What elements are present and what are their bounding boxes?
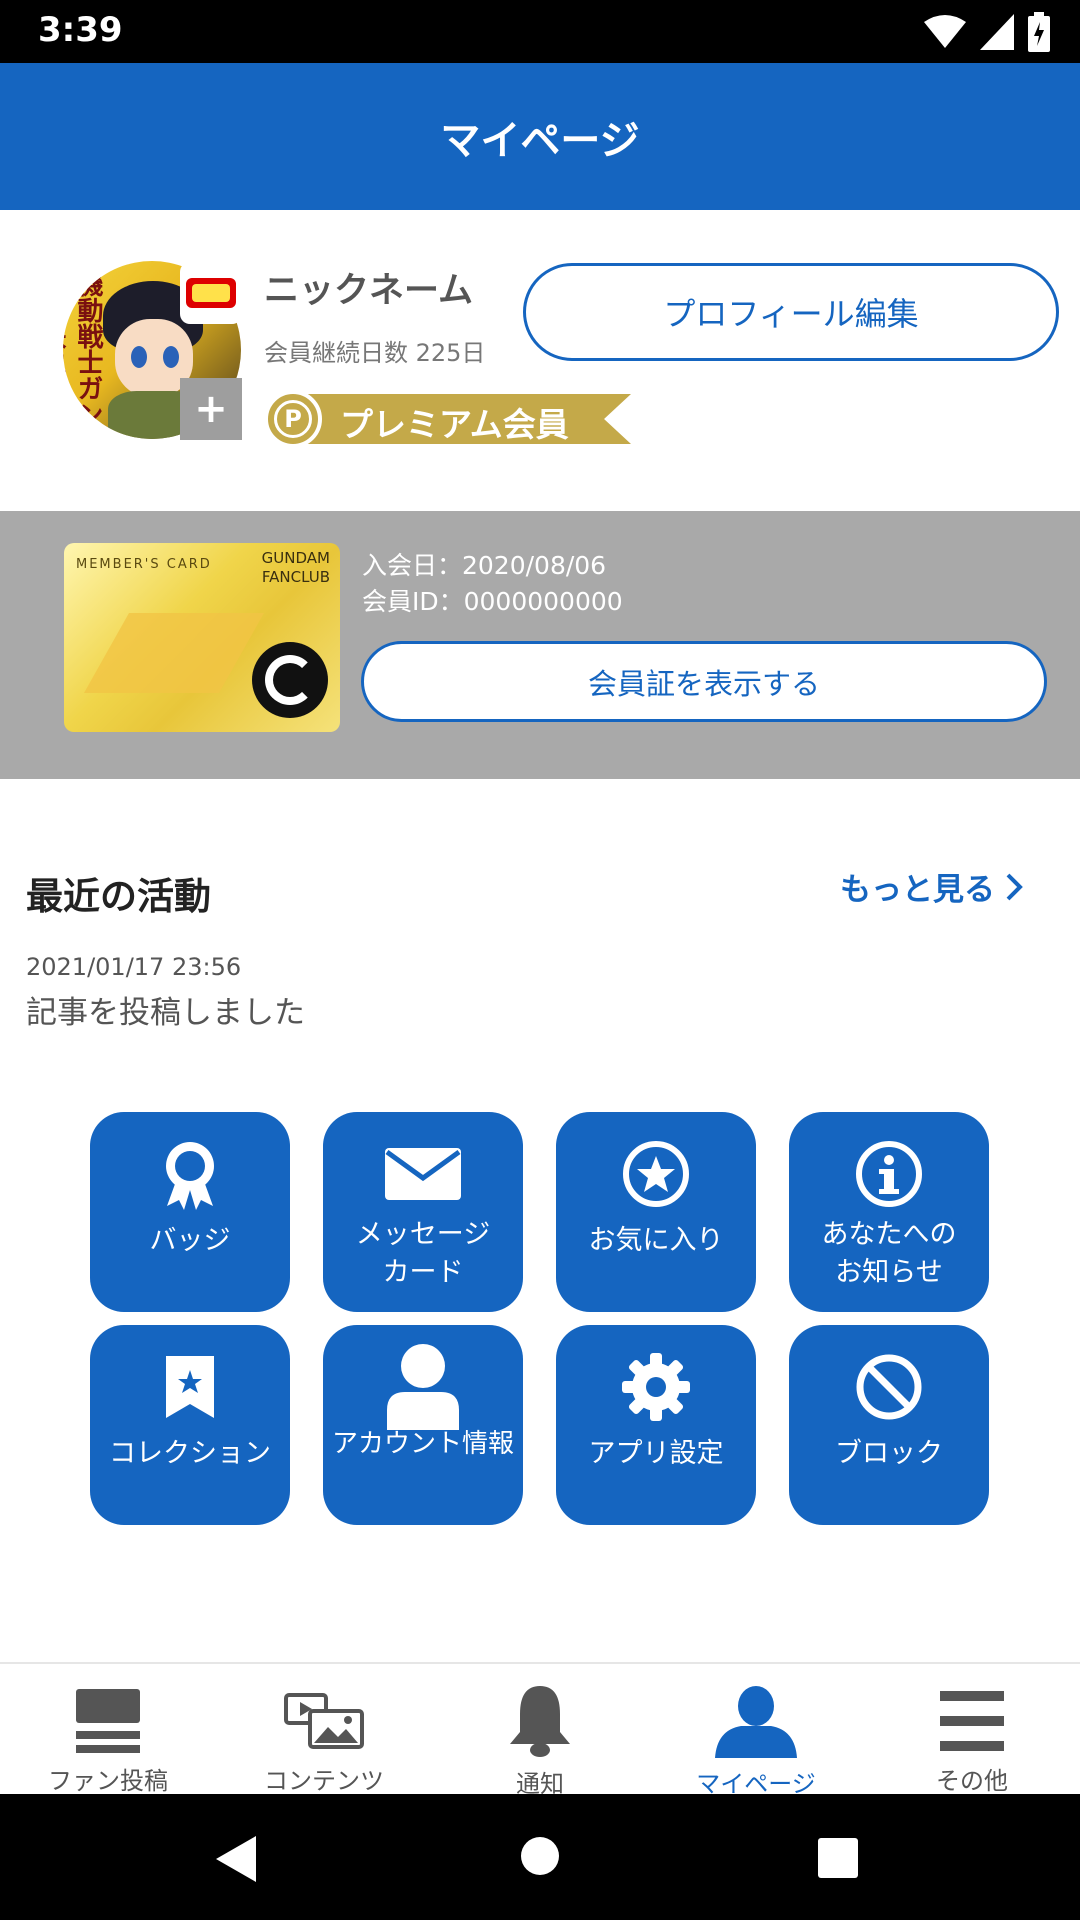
card-brand: GUNDAM FANCLUB — [261, 549, 330, 586]
badge-icon — [166, 1142, 214, 1210]
nav-mypage[interactable]: マイページ — [648, 1664, 864, 1798]
nav-contents[interactable]: コンテンツ — [216, 1664, 432, 1796]
star-circle-icon — [623, 1141, 689, 1207]
block-button[interactable]: ブロック — [789, 1325, 989, 1525]
block-label: ブロック — [835, 1438, 943, 1469]
home-icon[interactable] — [520, 1836, 560, 1876]
status-icons — [924, 12, 1050, 52]
see-more-link[interactable]: もっと見る — [840, 864, 1023, 909]
badge-button[interactable]: バッジ — [90, 1112, 290, 1312]
contents-icon — [284, 1692, 364, 1749]
see-more-label: もっと見る — [840, 872, 995, 908]
activity-time: 2021/01/17 23:56 — [26, 953, 242, 981]
envelope-icon — [385, 1148, 461, 1200]
show-member-card-button[interactable]: 会員証を表示する — [361, 641, 1047, 722]
account-info-label: アカウント情報 — [331, 1429, 514, 1459]
join-date: 入会日：2020/08/06 — [362, 551, 607, 580]
account-info-button[interactable]: アカウント情報 — [323, 1325, 523, 1525]
member-card-image[interactable]: MEMBER'S CARD GUNDAM FANCLUB — [64, 543, 340, 732]
person-icon — [387, 1344, 459, 1430]
notices-for-you-label: あなたへの お知らせ — [821, 1219, 957, 1288]
app-settings-button[interactable]: アプリ設定 — [556, 1325, 756, 1525]
notices-for-you-button[interactable]: あなたへの お知らせ — [789, 1112, 989, 1312]
bell-icon — [510, 1686, 570, 1757]
nav-fan-posts[interactable]: ファン投稿 — [0, 1664, 216, 1796]
status-bar: 3:39 — [0, 0, 1080, 63]
recents-icon[interactable] — [818, 1838, 858, 1878]
bookmark-star-icon — [166, 1356, 214, 1418]
edit-profile-button[interactable]: プロフィール編集 — [523, 263, 1059, 361]
gear-icon — [622, 1353, 690, 1421]
signal-icon — [980, 14, 1014, 50]
app-settings-label: アプリ設定 — [588, 1438, 724, 1469]
collection-button[interactable]: コレクション — [90, 1325, 290, 1525]
battery-icon — [1028, 12, 1050, 52]
block-icon — [856, 1354, 922, 1420]
premium-coin-icon: P — [264, 390, 322, 448]
bottom-navigation: ファン投稿 コンテンツ 通知 マイページ その他 — [0, 1662, 1080, 1798]
collection-label: コレクション — [109, 1438, 271, 1469]
back-icon[interactable] — [216, 1836, 258, 1882]
message-card-label: メッセージ カード — [355, 1219, 491, 1288]
nav-notifications[interactable]: 通知 — [432, 1664, 648, 1798]
avatar-badge-icon — [180, 262, 242, 324]
page-title: マイページ — [440, 117, 640, 164]
card-pattern — [84, 613, 264, 693]
message-card-button[interactable]: メッセージ カード — [323, 1112, 523, 1312]
activity-text: 記事を投稿しました — [26, 995, 305, 1031]
chevron-right-icon — [1006, 873, 1023, 900]
nav-other[interactable]: その他 — [864, 1664, 1080, 1796]
avatar-eye — [131, 346, 147, 368]
favorites-label: お気に入り — [588, 1225, 724, 1256]
badge-label: バッジ — [149, 1225, 231, 1256]
membership-days: 会員継続日数 225日 — [264, 339, 486, 367]
premium-label: プレミアム会員 — [340, 405, 569, 444]
person-icon — [715, 1686, 797, 1758]
nickname: ニックネーム — [264, 271, 473, 311]
nav-label: その他 — [936, 1767, 1008, 1795]
gundam-logo-icon — [252, 642, 328, 718]
nav-label: ファン投稿 — [48, 1767, 168, 1795]
app-header: マイページ — [0, 63, 1080, 210]
avatar-eye — [163, 346, 179, 368]
wifi-icon — [924, 15, 966, 48]
info-icon — [856, 1141, 922, 1207]
avatar-artwork-text: 機動戦士ガンダム鉄血のオルフェンズ — [63, 271, 103, 427]
nav-label: コンテンツ — [264, 1767, 384, 1795]
avatar-add-button[interactable]: + — [180, 378, 242, 440]
system-navigation-bar — [0, 1794, 1080, 1920]
premium-badge: P プレミアム会員 — [264, 390, 631, 448]
posts-icon — [76, 1688, 140, 1753]
favorites-button[interactable]: お気に入り — [556, 1112, 756, 1312]
status-time: 3:39 — [38, 10, 123, 50]
recent-activity-title: 最近の活動 — [26, 875, 211, 918]
card-title: MEMBER'S CARD — [76, 557, 212, 572]
member-id: 会員ID：0000000000 — [362, 587, 623, 616]
menu-icon — [940, 1690, 1004, 1751]
